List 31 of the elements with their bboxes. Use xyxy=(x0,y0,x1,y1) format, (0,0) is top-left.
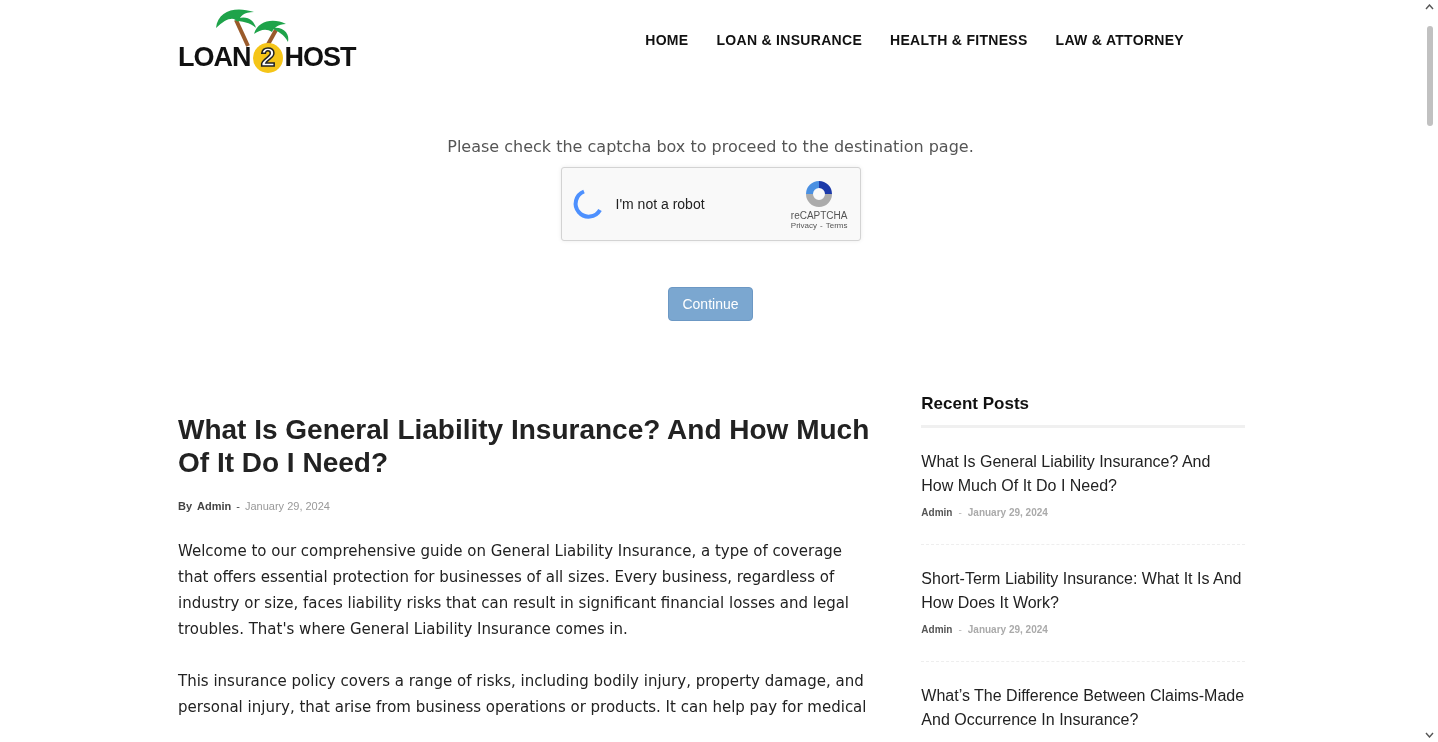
article-paragraph: Welcome to our comprehensive guide on General Liability Insurance, a type of coverage that offers essential protection for businesses of all sizes. Every business, regardless of industry or size, faces liability risks that can result in significant financial losses and legal troubles. That's where General Liability Insurance comes in. xyxy=(178,541,851,640)
meta-separator: - xyxy=(958,624,962,635)
scroll-down-icon[interactable] xyxy=(1425,732,1434,738)
recaptcha-brand: reCAPTCHA xyxy=(790,210,848,221)
recent-post-link[interactable]: What Is General Liability Insurance? And How Much Of It Do I Need? xyxy=(921,450,1245,498)
scroll-up-icon[interactable] xyxy=(1425,4,1434,10)
post-author[interactable]: Admin xyxy=(921,507,953,518)
nav-link[interactable]: LOAN & INSURANCE xyxy=(716,32,863,48)
recent-post-link[interactable]: Short-Term Liability Insurance: What It Is And How Does It Work? xyxy=(921,567,1245,615)
article-title: What Is General Liability Insurance? And How Much Of It Do I Need? xyxy=(178,413,871,479)
captcha-prompt: Please check the captcha box to proceed to the destination page. xyxy=(447,137,974,156)
article-paragraph: This insurance policy covers a range of risks, including bodily injury, property damage, and personal injury, that arise from business operations or products. It can help pay for medical xyxy=(178,671,868,718)
scrollbar-thumb[interactable] xyxy=(1426,26,1433,126)
widget-title: Recent Posts xyxy=(921,394,1245,428)
author-link[interactable]: Admin xyxy=(197,500,232,512)
post-date: January 29, 2024 xyxy=(967,624,1048,635)
recent-post-link[interactable]: What’s The Difference Between Claims-Made And Occurrence In Insurance? xyxy=(921,684,1245,732)
post-date: January 29, 2024 xyxy=(967,507,1048,518)
privacy-link[interactable]: Privacy xyxy=(790,221,818,230)
post-author[interactable]: Admin xyxy=(921,624,953,635)
nav-link[interactable]: HEALTH & FITNESS xyxy=(890,32,1028,48)
link-separator: - xyxy=(820,221,823,230)
meta-separator: - xyxy=(958,507,962,518)
captcha-label: I'm not a robot xyxy=(615,196,706,212)
post-date: January 29, 2024 xyxy=(244,500,330,512)
nav-link[interactable]: HOME xyxy=(645,32,689,48)
nav-link[interactable]: LAW & ATTORNEY xyxy=(1055,32,1184,48)
meta-separator: - xyxy=(236,500,240,512)
byline-label: By xyxy=(178,500,193,512)
terms-link[interactable]: Terms xyxy=(825,221,848,230)
site-logo[interactable]: LOAN 2 HOST xyxy=(178,42,356,73)
